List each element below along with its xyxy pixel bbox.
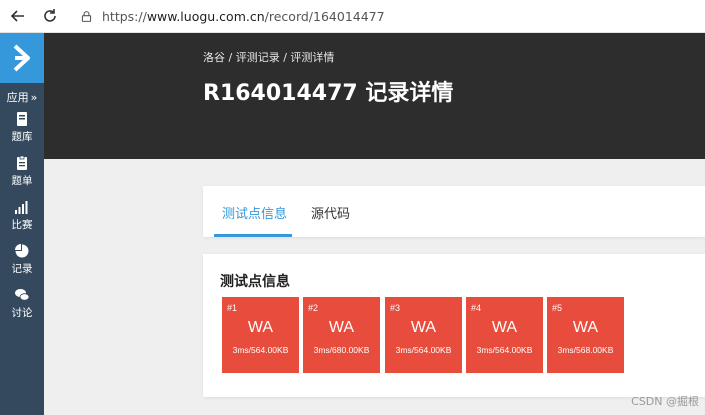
testcase-5[interactable]: #5 WA 3ms/568.00KB [547,297,624,373]
sidebar: 应用 » 题库 题单 比赛 记录 讨论 [0,33,44,415]
sidebar-item-label: 讨论 [11,306,33,319]
testcase-status: WA [410,319,437,336]
double-chevron-icon: » [30,90,38,104]
testcase-3[interactable]: #3 WA 3ms/564.00KB [385,297,462,373]
sidebar-item-records[interactable]: 记录 [0,237,44,281]
sidebar-item-problems[interactable]: 题库 [0,105,44,149]
testcase-info: 3ms/680.00KB [313,345,370,355]
back-button[interactable] [4,2,32,30]
testcases-card: 测试点信息 #1 WA 3ms/564.00KB #2 WA 3ms/680.0… [203,254,705,397]
tab-source-code[interactable]: 源代码 [311,203,350,222]
testcase-status: WA [328,319,355,336]
address-bar[interactable]: https://www.luogu.com.cn/record/16401447… [102,9,385,24]
url-path: /record/164014477 [264,8,385,24]
page-title: R164014477 记录详情 [203,81,454,106]
sidebar-item-label: 记录 [11,262,33,275]
testcase-2[interactable]: #2 WA 3ms/680.00KB [303,297,380,373]
testcase-id: #1 [227,303,238,313]
bars-icon [15,200,28,214]
tabs-card: 测试点信息 源代码 [203,186,705,237]
lock-icon[interactable] [78,8,94,24]
testcase-4[interactable]: #4 WA 3ms/564.00KB [466,297,543,373]
breadcrumb[interactable]: 洛谷 / 评测记录 / 评测详情 [203,49,334,65]
testcase-info: 3ms/564.00KB [395,345,452,355]
tab-testcases[interactable]: 测试点信息 [222,203,287,222]
apps-label: 应用 [6,91,29,104]
sidebar-item-label: 比赛 [11,218,33,231]
testcase-status: WA [572,319,599,336]
apps-menu[interactable]: 应用 » [0,89,44,105]
book-icon [17,111,27,126]
testcases-title: 测试点信息 [220,274,290,290]
page-header: 洛谷 / 评测记录 / 评测详情 R164014477 记录详情 [44,33,705,159]
back-arrow-icon [10,10,24,22]
reload-button[interactable] [36,2,64,30]
testcase-info: 3ms/564.00KB [476,345,533,355]
testcase-id: #3 [390,303,401,313]
testcase-info: 3ms/568.00KB [557,345,614,355]
testcase-id: #5 [552,303,563,313]
reload-icon [44,9,56,22]
sidebar-item-lists[interactable]: 题单 [0,149,44,193]
active-tab-indicator [214,234,292,237]
testcase-status: WA [491,319,518,336]
luogu-logo[interactable] [0,33,44,83]
sidebar-item-label: 题库 [11,130,33,143]
sidebar-item-label: 题单 [11,174,33,187]
chat-icon [15,288,30,301]
testcase-id: #4 [471,303,482,313]
url-host: www.luogu.com.cn [146,8,265,24]
sidebar-item-contests[interactable]: 比赛 [0,193,44,237]
testcase-info: 3ms/564.00KB [232,345,289,355]
pie-icon [15,243,29,257]
browser-toolbar: https://www.luogu.com.cn/record/16401447… [0,0,705,33]
clipboard-icon [17,155,27,170]
testcase-1[interactable]: #1 WA 3ms/564.00KB [222,297,299,373]
watermark-text: CSDN @掘根 [631,395,699,408]
testcase-status: WA [247,319,274,336]
url-prefix: https:// [102,8,147,24]
sidebar-item-discuss[interactable]: 讨论 [0,281,44,325]
testcase-id: #2 [308,303,319,313]
